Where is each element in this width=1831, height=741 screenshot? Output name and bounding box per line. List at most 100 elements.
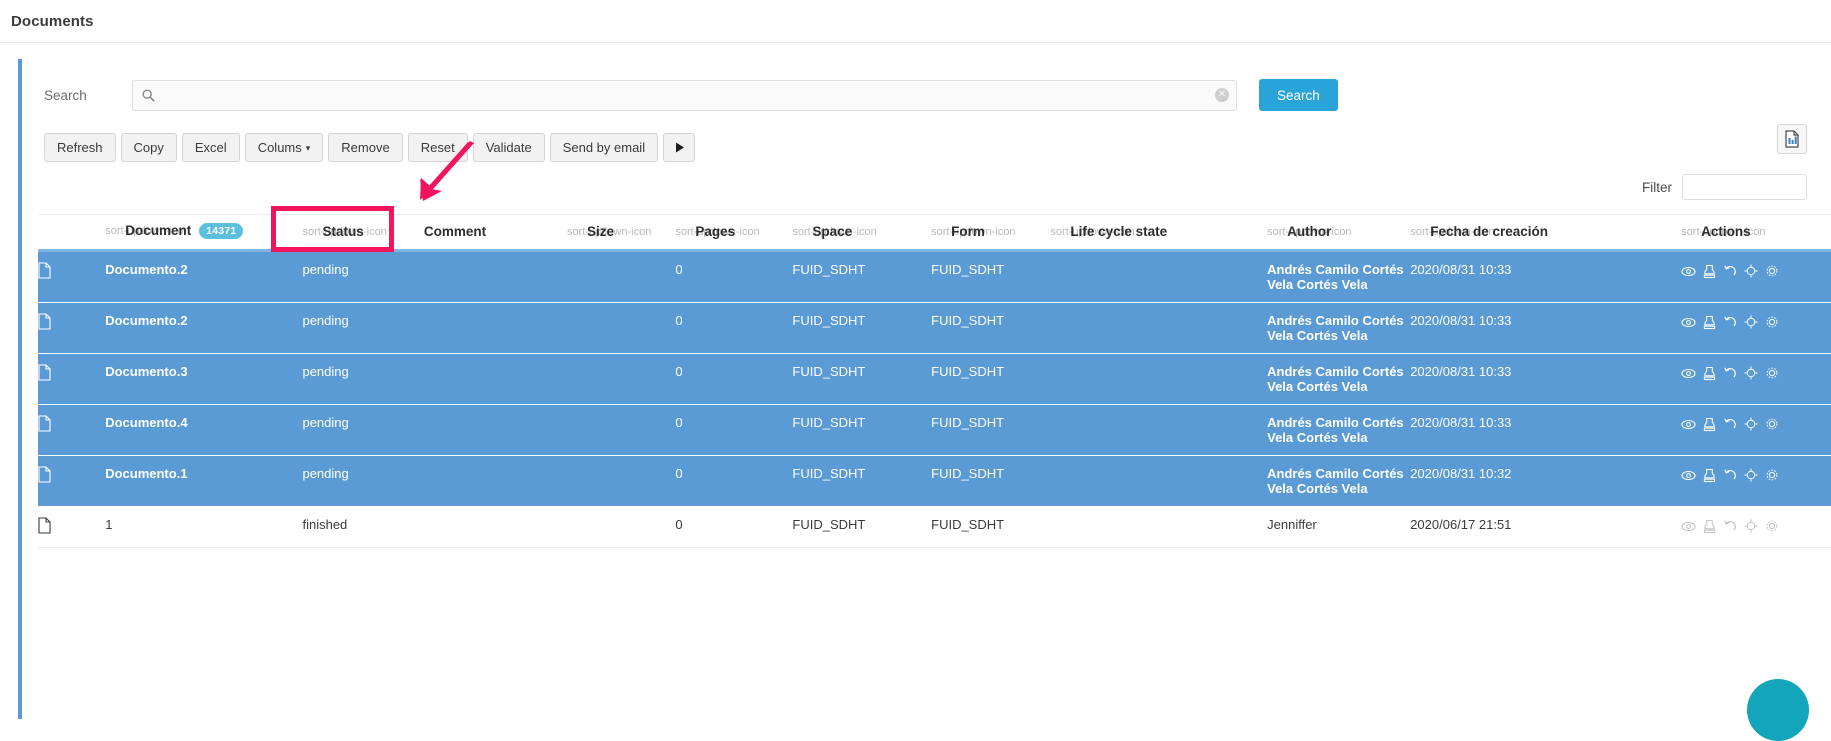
column-header-actions[interactable]: sort-updown-iconActions (1681, 215, 1831, 251)
table-row[interactable]: 1finished0FUID_SDHTFUID_SDHTJenniffer202… (38, 507, 1831, 548)
move-crosshair-icon[interactable] (1744, 264, 1758, 278)
report-document-icon-button[interactable] (1777, 124, 1807, 154)
undo-icon[interactable] (1723, 519, 1737, 534)
column-header-space[interactable]: sort-updown-iconSpace (792, 215, 931, 251)
column-header-document[interactable]: sort-updown-iconDocument14371 (105, 215, 302, 251)
column-header-size-label: Size (587, 224, 614, 239)
view-eye-icon[interactable] (1681, 519, 1696, 534)
file-icon (38, 415, 51, 432)
undo-icon[interactable] (1723, 468, 1737, 483)
sort-updown-icon[interactable]: sort-updown-icon (105, 225, 119, 237)
undo-icon[interactable] (1723, 264, 1737, 279)
move-crosshair-icon[interactable] (1744, 519, 1758, 533)
cell-life-cycle-state (1050, 251, 1267, 303)
stamp-icon[interactable] (1703, 315, 1716, 330)
column-header-life-cycle-state[interactable]: sort-updown-iconLife cycle state (1050, 215, 1267, 251)
sort-updown-icon[interactable]: sort-updown-icon (675, 226, 689, 238)
view-eye-icon[interactable] (1681, 315, 1696, 330)
view-eye-icon[interactable] (1681, 366, 1696, 381)
document-count-badge: 14371 (199, 223, 243, 239)
column-header-fecha-de-creacion-label: Fecha de creación (1430, 224, 1548, 239)
colums-dropdown[interactable]: Colums▾ (245, 133, 324, 162)
cell-pages: 0 (675, 251, 792, 303)
sort-updown-icon[interactable]: sort-updown-icon (1267, 226, 1281, 238)
column-header-fecha-de-creacion[interactable]: sort-updown-icon Fecha de creación (1410, 215, 1681, 251)
play-button[interactable] (663, 133, 695, 162)
cell-fecha-de-creacion: 2020/08/31 10:33 (1410, 354, 1681, 405)
gear-icon[interactable] (1765, 519, 1779, 533)
cell-actions[interactable] (1681, 303, 1831, 354)
cell-space: FUID_SDHT (792, 303, 931, 354)
gear-icon[interactable] (1765, 468, 1779, 482)
cell-status: finished (302, 507, 423, 548)
table-row[interactable]: Documento.2pending0FUID_SDHTFUID_SDHTAnd… (38, 303, 1831, 354)
stamp-icon[interactable] (1703, 366, 1716, 381)
search-button[interactable]: Search (1259, 79, 1338, 111)
cell-space: FUID_SDHT (792, 456, 931, 507)
reset-button[interactable]: Reset (408, 133, 468, 162)
undo-icon[interactable] (1723, 366, 1737, 381)
move-crosshair-icon[interactable] (1744, 417, 1758, 431)
cell-actions[interactable] (1681, 405, 1831, 456)
sort-updown-icon[interactable]: sort-updown-icon (1050, 226, 1064, 238)
sort-updown-icon[interactable]: sort-updown-icon (1681, 226, 1695, 238)
move-crosshair-icon[interactable] (1744, 315, 1758, 329)
cell-space: FUID_SDHT (792, 405, 931, 456)
chat-bubble[interactable] (1747, 679, 1809, 741)
row-file-icon-cell (38, 456, 105, 507)
view-eye-icon[interactable] (1681, 417, 1696, 432)
clear-circle-icon[interactable]: ✕ (1215, 88, 1229, 102)
stamp-icon[interactable] (1703, 264, 1716, 279)
remove-button[interactable]: Remove (328, 133, 402, 162)
table-header: sort-updown-iconDocument14371 sort-updow… (38, 215, 1831, 251)
column-header-size[interactable]: sort-updown-icon Size (567, 215, 675, 251)
sort-updown-icon[interactable]: sort-updown-icon (792, 226, 806, 238)
sort-updown-icon[interactable]: sort-updown-icon (931, 226, 945, 238)
cell-life-cycle-state (1050, 354, 1267, 405)
documents-panel: Search ✕ Search Refresh Copy Excel Colum… (18, 59, 1831, 719)
sort-updown-icon[interactable]: sort-updown-icon (1410, 226, 1424, 238)
column-header-pages[interactable]: sort-updown-icon Pages (675, 215, 792, 251)
send-by-email-button[interactable]: Send by email (550, 133, 658, 162)
gear-icon[interactable] (1765, 315, 1779, 329)
undo-icon[interactable] (1723, 315, 1737, 330)
cell-pages: 0 (675, 354, 792, 405)
cell-actions[interactable] (1681, 251, 1831, 303)
move-crosshair-icon[interactable] (1744, 468, 1758, 482)
column-header-author[interactable]: sort-updown-iconAuthor (1267, 215, 1410, 251)
column-header-select (38, 215, 105, 251)
panel-wrapper: Search ✕ Search Refresh Copy Excel Colum… (0, 43, 1831, 719)
cell-status: pending (302, 405, 423, 456)
move-crosshair-icon[interactable] (1744, 366, 1758, 380)
view-eye-icon[interactable] (1681, 468, 1696, 483)
gear-icon[interactable] (1765, 366, 1779, 380)
cell-status: pending (302, 303, 423, 354)
column-header-form[interactable]: sort-updown-iconForm (931, 215, 1050, 251)
excel-button[interactable]: Excel (182, 133, 240, 162)
cell-actions[interactable] (1681, 456, 1831, 507)
validate-button[interactable]: Validate (473, 133, 545, 162)
table-row[interactable]: Documento.1pending0FUID_SDHTFUID_SDHTAnd… (38, 456, 1831, 507)
cell-pages: 0 (675, 507, 792, 548)
table-row[interactable]: Documento.3pending0FUID_SDHTFUID_SDHTAnd… (38, 354, 1831, 405)
filter-input[interactable] (1682, 174, 1807, 200)
search-input[interactable] (132, 80, 1237, 111)
copy-button[interactable]: Copy (121, 133, 177, 162)
column-header-comment[interactable]: Comment (424, 215, 567, 251)
table-row[interactable]: Documento.4pending0FUID_SDHTFUID_SDHTAnd… (38, 405, 1831, 456)
column-header-status[interactable]: sort-updown-iconStatus (302, 215, 423, 251)
column-header-pages-label: Pages (695, 224, 735, 239)
table-row[interactable]: Documento.2pending0FUID_SDHTFUID_SDHTAnd… (38, 251, 1831, 303)
gear-icon[interactable] (1765, 264, 1779, 278)
cell-actions[interactable] (1681, 507, 1831, 548)
stamp-icon[interactable] (1703, 519, 1716, 534)
stamp-icon[interactable] (1703, 468, 1716, 483)
sort-updown-icon[interactable]: sort-updown-icon (302, 226, 316, 238)
gear-icon[interactable] (1765, 417, 1779, 431)
sort-updown-icon[interactable]: sort-updown-icon (567, 226, 581, 238)
stamp-icon[interactable] (1703, 417, 1716, 432)
refresh-button[interactable]: Refresh (44, 133, 116, 162)
cell-actions[interactable] (1681, 354, 1831, 405)
view-eye-icon[interactable] (1681, 264, 1696, 279)
undo-icon[interactable] (1723, 417, 1737, 432)
